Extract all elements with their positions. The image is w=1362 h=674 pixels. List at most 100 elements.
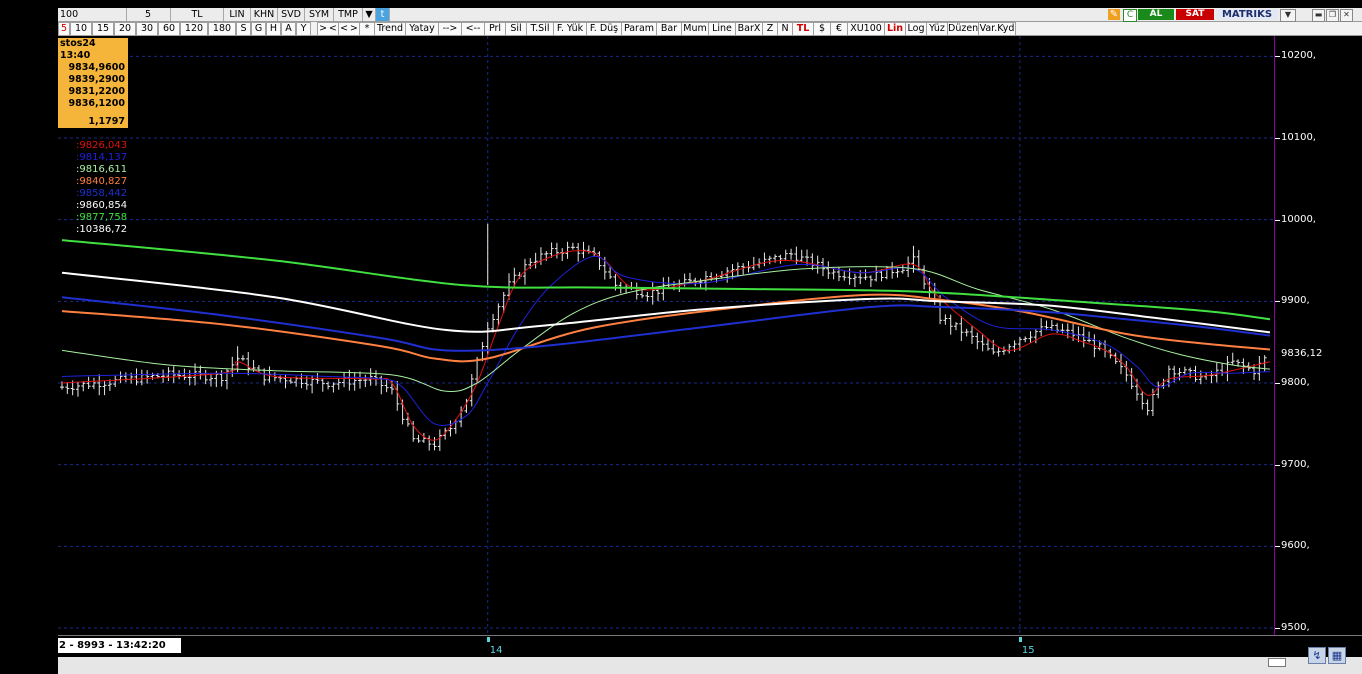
ma-line-4 [61,296,1271,352]
tool-button-3[interactable]: Trend [374,22,406,36]
ma-line-2 [61,266,1271,392]
axis-label: 9600, [1281,540,1310,552]
axis-tick [1275,56,1280,58]
period-4[interactable]: 30 [136,22,158,36]
period-10[interactable]: H [266,22,281,36]
minimize-icon[interactable]: ▬ [1312,9,1325,22]
tool-button-10[interactable]: F. Yük [553,22,587,36]
scale-field[interactable]: LIN [224,8,251,21]
symbol-field[interactable]: 100 [58,8,127,21]
tool-svd[interactable]: SVD [278,8,305,21]
period-9[interactable]: G [251,22,266,36]
time-axis: 2 - 8993 - 13:42:20 14 15 [58,635,1362,657]
tool-button-22[interactable]: XU100 [847,22,885,36]
dropdown-arrow-icon[interactable]: ▼ [363,8,376,21]
period-8[interactable]: S [236,22,251,36]
axis-tick [1275,219,1280,221]
tool-button-2[interactable]: * [359,22,375,36]
tool-khn[interactable]: KHN [251,8,278,21]
clock-readout: 2 - 8993 - 13:42:20 [58,638,181,653]
tool-button-8[interactable]: Sil [505,22,527,36]
tool-button-11[interactable]: F. Düş [586,22,622,36]
axis-label: 9500, [1281,622,1310,633]
dropdown-arrow-icon[interactable]: ▼ [1280,9,1296,22]
axis-label: 10200, [1281,50,1316,62]
buy-button[interactable]: AL [1138,9,1174,20]
period-2[interactable]: 15 [92,22,114,36]
day-label: 14 [489,645,503,656]
twitter-icon[interactable]: t [376,8,390,21]
axis-label: 9700, [1281,458,1310,470]
axis-tick [1275,383,1280,384]
tool-button-6[interactable]: <-- [461,22,485,36]
price-axis[interactable]: 10200, 10100, 10000, 9900, 9800, 9700, 9600, 95… [1274,36,1362,635]
tool-button-1[interactable]: < > [338,22,360,36]
period-0[interactable]: 5 [58,22,70,36]
axis-label: 10000, [1281,213,1316,225]
tool-button-4[interactable]: Yatay [405,22,439,36]
bar-open: 9834,9600 [68,62,126,73]
indicator-value-6: :9877,758 [76,212,128,223]
tool-button-13[interactable]: Bar [656,22,682,36]
tool-sym[interactable]: SYM [305,8,334,21]
period-1[interactable]: 10 [70,22,92,36]
last-price-label: 9836,12 [1281,347,1323,359]
period-6[interactable]: 120 [180,22,208,36]
axis-tick [1275,301,1280,303]
tool-button-18[interactable]: N [777,22,793,36]
period-11[interactable]: A [281,22,296,36]
tool-button-5[interactable]: --> [438,22,462,36]
axis-label: 9900, [1281,295,1310,307]
scroll-thumb[interactable] [1268,658,1286,667]
tool-button-19[interactable]: TL [792,22,814,36]
tool-button-17[interactable]: Z [762,22,778,36]
tool-button-12[interactable]: Param [621,22,657,36]
toolbar-top: 100 5 TL LIN KHN SVD SYM TMP ▼ t ✎ C AL … [58,8,1362,22]
chart-canvas[interactable] [58,36,1274,635]
tool-tmp[interactable]: TMP [334,8,363,21]
tool-button-23[interactable]: Lin [884,22,906,36]
tool-button-7[interactable]: Prl [484,22,506,36]
axis-tick [1275,138,1280,139]
grid-icon[interactable]: ▦ [1328,647,1346,664]
period-7[interactable]: 180 [208,22,236,36]
indicator-value-1: :9814,137 [76,152,128,163]
pencil-icon[interactable]: ✎ [1108,9,1120,20]
tool-button-24[interactable]: Log [905,22,927,36]
tool-button-26[interactable]: Düzen [947,22,979,36]
refresh-icon[interactable]: C [1123,9,1137,22]
chart-window: 100 5 TL LIN KHN SVD SYM TMP ▼ t ✎ C AL … [58,8,1362,674]
settings-icon[interactable]: ↯ [1308,647,1326,664]
axis-label: 10100, [1281,132,1316,143]
ohlc-info-box: stos24 13:40 9834,9600 9839,2900 9831,22… [58,38,128,128]
tool-button-21[interactable]: € [830,22,848,36]
tool-button-9[interactable]: T.Sil [526,22,554,36]
close-icon[interactable]: ✕ [1340,9,1353,22]
scroll-bar[interactable]: ↯ ▦ [58,647,1362,674]
price-chart[interactable] [58,36,1274,635]
indicator-value-0: :9826,043 [76,140,128,151]
tool-button-16[interactable]: BarX [735,22,763,36]
tool-button-14[interactable]: Mum [681,22,709,36]
bar-close: 9836,1200 [68,98,126,109]
indicator-value-5: :9860,854 [76,200,128,211]
period-field[interactable]: 5 [126,8,171,21]
tool-button-0[interactable]: > < [317,22,339,36]
indicator-value-7: :10386,72 [76,224,128,235]
sell-button[interactable]: SAT [1176,9,1214,20]
tool-button-25[interactable]: Yüz [926,22,948,36]
axis-tick [1275,628,1280,629]
period-5[interactable]: 60 [158,22,180,36]
axis-tick [1275,546,1280,548]
tool-button-15[interactable]: Line [708,22,736,36]
ma-line-0 [61,250,1271,441]
tool-button-20[interactable]: $ [813,22,831,36]
currency-field[interactable]: TL [171,8,224,21]
restore-icon[interactable]: ❐ [1326,9,1339,22]
ma-line-3 [61,293,1271,363]
period-12[interactable]: Y [296,22,311,36]
bar-low: 9831,2200 [68,86,126,97]
tool-button-27[interactable]: Var.Kyd [978,22,1016,36]
period-3[interactable]: 20 [114,22,136,36]
matriks-logo: MATRIKS [1216,9,1278,20]
